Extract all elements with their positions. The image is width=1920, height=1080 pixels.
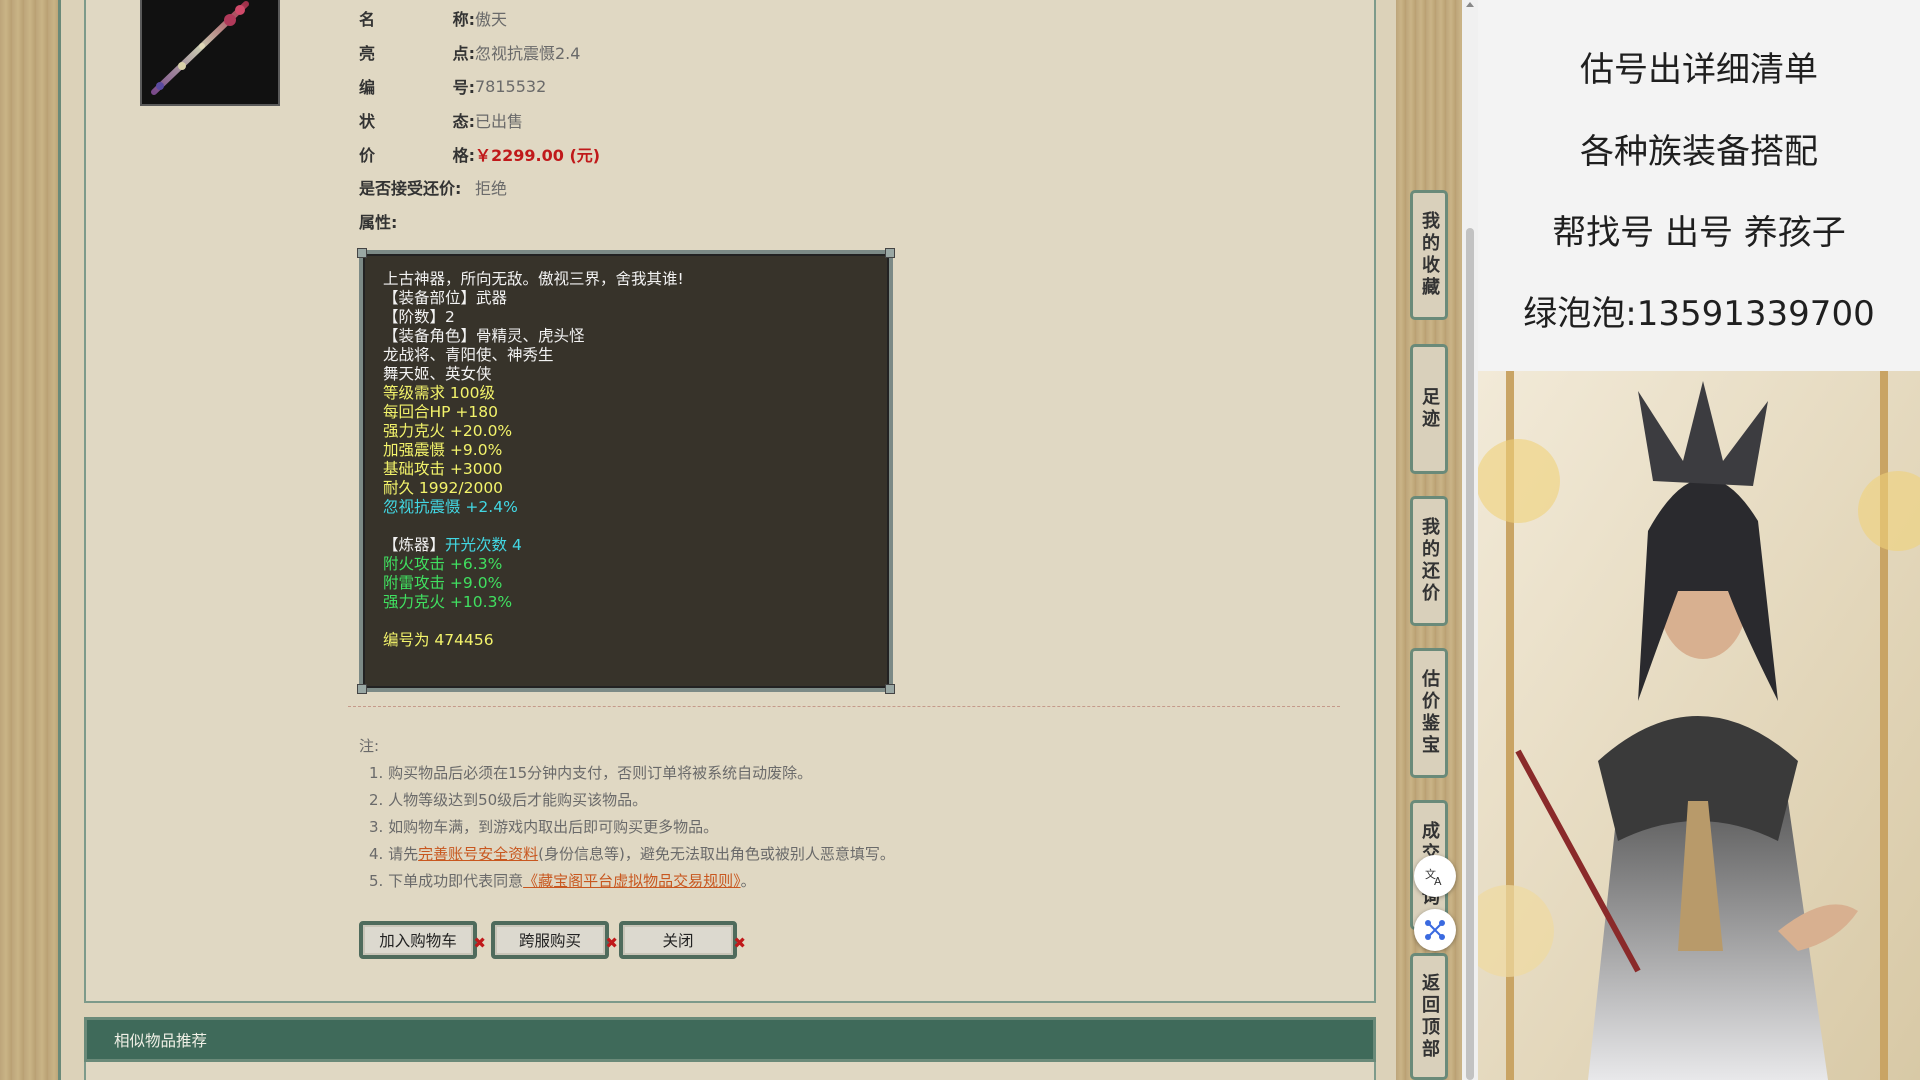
promo-character-artwork <box>1478 371 1920 1080</box>
note-item: 4. 请先完善账号安全资料(身份信息等)，避免无法取出角色或被别人恶意填写。 <box>369 845 895 863</box>
field-serial: 编号: 7815532 <box>359 71 546 101</box>
rail-label: 足迹 <box>1419 387 1440 431</box>
attribute-line <box>383 517 889 536</box>
attribute-line: 龙战将、青阳使、神秀生 <box>383 346 554 364</box>
cross-server-buy-button[interactable]: 跨服购买 ✖ <box>491 921 618 959</box>
note-item: 3. 如购物车满，到游戏内取出后即可购买更多物品。 <box>369 818 719 836</box>
field-label: 名称: <box>359 10 475 29</box>
promo-panel: 估号出详细清单 各种族装备搭配 帮找号 出号 养孩子 绿泡泡:135913397… <box>1478 0 1920 371</box>
account-security-link[interactable]: 完善账号安全资料 <box>418 845 538 863</box>
button-label: 跨服购买 <box>518 932 581 950</box>
field-label: 价格: <box>359 146 475 165</box>
attribute-line: 强力克火 +20.0% <box>383 422 513 440</box>
left-border-decoration <box>0 0 58 1080</box>
similar-items-title: 相似物品推荐 <box>114 1031 208 1050</box>
my-favorites-button[interactable]: 我的收藏 <box>1410 190 1448 320</box>
attribute-line: 加强震慑 +9.0% <box>383 441 503 459</box>
refine-label: 【炼器】 <box>383 536 446 554</box>
promo-line: 帮找号 出号 养孩子 <box>1552 213 1846 253</box>
attribute-line: 附雷攻击 +9.0% <box>383 574 503 592</box>
close-x-icon: ✖ <box>605 934 618 952</box>
purchase-notes: 注: 1. 购买物品后必须在15分钟内支付，否则订单将被系统自动废除。 2. 人… <box>359 733 895 895</box>
field-label: 编号: <box>359 78 475 97</box>
corner-ornament <box>885 248 895 258</box>
field-price: 价格: ￥2299.00 (元) <box>359 139 600 169</box>
refine-count: 开光次数 4 <box>445 536 522 554</box>
rail-label: 估价鉴宝 <box>1419 669 1440 757</box>
rail-label: 我的还价 <box>1419 517 1440 605</box>
field-value: 拒绝 <box>475 179 508 198</box>
attribute-line: 编号为 474456 <box>383 631 494 649</box>
field-status: 状态: 已出售 <box>359 105 523 135</box>
footprint-button[interactable]: 足迹 <box>1410 344 1448 474</box>
field-attributes: 属性: <box>359 206 475 236</box>
network-icon[interactable] <box>1414 909 1456 951</box>
attribute-line: 忽视抗震慑 +2.4% <box>383 498 518 516</box>
attribute-line: 基础攻击 +3000 <box>383 460 503 478</box>
attribute-box: 上古神器，所向无敌。傲视三界，舍我其谁! 【装备部位】武器 【阶数】2 【装备角… <box>357 248 895 694</box>
promo-line: 绿泡泡:13591339700 <box>1523 294 1875 334</box>
button-label: 关闭 <box>662 932 694 950</box>
attribute-line: 附火攻击 +6.3% <box>383 555 503 573</box>
attribute-line: 舞天姬、英女侠 <box>383 365 492 383</box>
add-to-cart-button[interactable]: 加入购物车 ✖ <box>359 921 486 959</box>
item-thumbnail <box>140 0 280 106</box>
divider <box>348 706 1340 707</box>
attribute-line: 【装备角色】骨精灵、虎头怪 <box>383 327 585 345</box>
attribute-line: 耐久 1992/2000 <box>383 479 504 497</box>
svg-text:A: A <box>1434 875 1442 887</box>
back-to-top-button[interactable]: 返回顶部 <box>1410 953 1448 1080</box>
field-value: 7815532 <box>475 76 547 96</box>
close-x-icon: ✖ <box>473 934 486 952</box>
field-value: 忽视抗震慑2.4 <box>475 44 581 63</box>
close-button[interactable]: 关闭 ✖ <box>619 921 746 959</box>
rail-label: 我的收藏 <box>1419 211 1440 299</box>
note-item: 5. 下单成功即代表同意《藏宝阁平台虚拟物品交易规则》。 <box>369 872 756 890</box>
attribute-line: 上古神器，所向无敌。傲视三界，舍我其谁! <box>383 270 684 288</box>
close-x-icon: ✖ <box>733 934 746 952</box>
field-value: 傲天 <box>475 10 508 29</box>
attribute-line <box>383 612 889 631</box>
translate-icon[interactable]: 文 A <box>1414 855 1456 897</box>
price-value: ￥2299.00 (元) <box>475 146 601 165</box>
promo-line: 估号出详细清单 <box>1580 50 1818 90</box>
note-item: 1. 购买物品后必须在15分钟内支付，否则订单将被系统自动废除。 <box>369 764 813 782</box>
similar-items-content <box>84 1062 1376 1080</box>
field-label: 是否接受还价: <box>359 179 462 198</box>
attribute-line: 【炼器】开光次数 4 <box>383 536 889 555</box>
field-label: 属性: <box>359 213 398 232</box>
trade-rules-link[interactable]: 《藏宝阁平台虚拟物品交易规则》 <box>523 872 741 890</box>
attribute-line: 强力克火 +10.3% <box>383 593 513 611</box>
field-bargain: 是否接受还价: 拒绝 <box>359 172 507 202</box>
promo-line: 各种族装备搭配 <box>1580 132 1818 172</box>
my-bargain-button[interactable]: 我的还价 <box>1410 496 1448 626</box>
attribute-line: 【阶数】2 <box>383 308 455 326</box>
field-label: 状态: <box>359 112 475 131</box>
attribute-line: 等级需求 100级 <box>383 384 496 402</box>
field-value: 已出售 <box>475 112 524 131</box>
field-name: 名称: 傲天 <box>359 3 507 33</box>
corner-ornament <box>357 684 367 694</box>
vertical-scrollbar[interactable] <box>1462 0 1478 1080</box>
note-item: 2. 人物等级达到50级后才能购买该物品。 <box>369 791 648 809</box>
field-highlight: 亮点: 忽视抗震慑2.4 <box>359 37 580 67</box>
attribute-line: 每回合HP +180 <box>383 403 499 421</box>
rail-label: 返回顶部 <box>1419 972 1440 1061</box>
scroll-thumb[interactable] <box>1466 228 1474 1080</box>
attribute-line: 【装备部位】武器 <box>383 289 508 307</box>
corner-ornament <box>357 248 367 258</box>
corner-ornament <box>885 684 895 694</box>
notes-title: 注: <box>359 737 380 755</box>
appraise-button[interactable]: 估价鉴宝 <box>1410 648 1448 778</box>
similar-items-header[interactable]: 相似物品推荐 <box>84 1017 1376 1062</box>
button-label: 加入购物车 <box>379 932 457 950</box>
scroll-up-arrow-icon[interactable] <box>1466 2 1474 7</box>
field-label: 亮点: <box>359 44 475 63</box>
